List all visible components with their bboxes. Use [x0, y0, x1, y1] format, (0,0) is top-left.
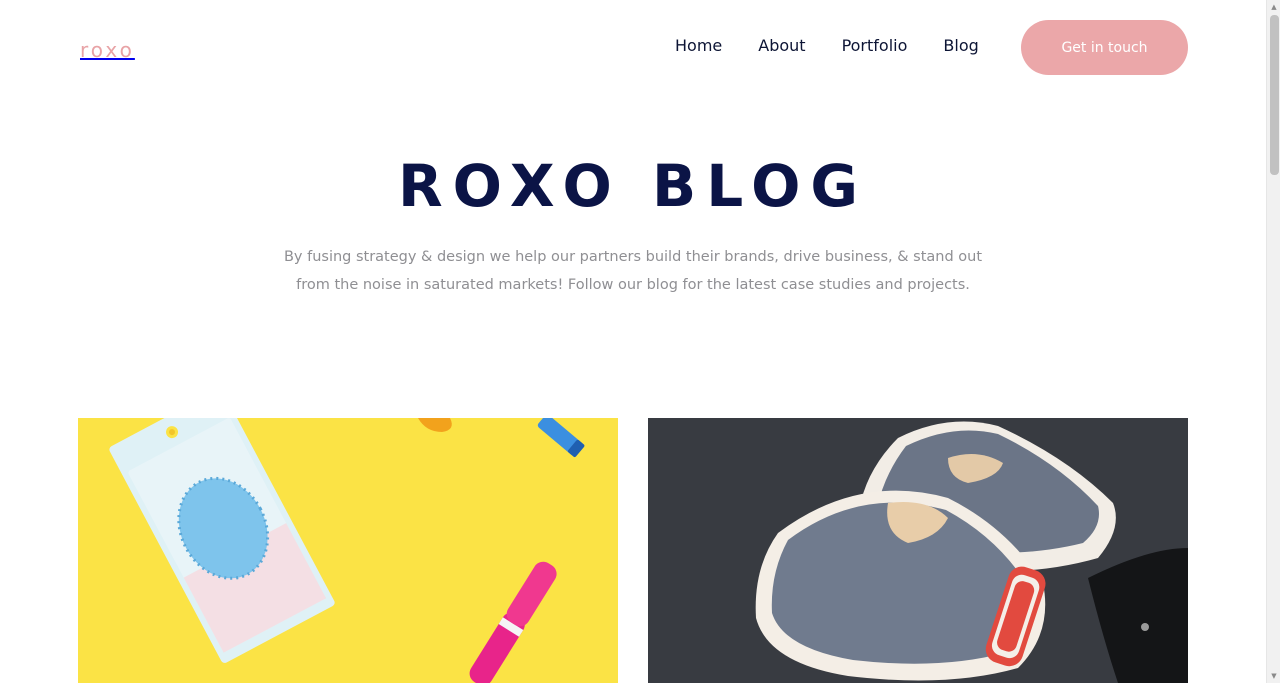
- site-logo[interactable]: roxo: [80, 38, 135, 60]
- page-scrollbar[interactable]: ▲ ▼: [1266, 0, 1280, 683]
- page-title: ROXO BLOG: [397, 152, 869, 220]
- blog-card-image-1[interactable]: [78, 418, 618, 683]
- nav-blog[interactable]: Blog: [943, 36, 978, 56]
- blog-card-image-2[interactable]: [648, 418, 1188, 683]
- site-header: roxo Home About Portfolio Blog Get in to…: [0, 0, 1266, 95]
- scroll-down-icon[interactable]: ▼: [1267, 669, 1280, 683]
- nav-portfolio[interactable]: Portfolio: [842, 36, 908, 56]
- scrollbar-thumb[interactable]: [1270, 15, 1279, 175]
- page-subtitle: By fusing strategy & design we help our …: [283, 249, 983, 293]
- nav-home[interactable]: Home: [675, 36, 722, 56]
- page: roxo Home About Portfolio Blog Get in to…: [0, 0, 1280, 683]
- nav-about[interactable]: About: [758, 36, 805, 56]
- get-in-touch-button[interactable]: Get in touch: [1021, 20, 1188, 75]
- sneakers-photo: [648, 418, 1188, 683]
- yellow-flatlay-photo: [78, 418, 618, 683]
- scroll-up-icon[interactable]: ▲: [1267, 0, 1280, 14]
- logo-text: roxo: [80, 38, 135, 62]
- main-nav: Home About Portfolio Blog: [675, 36, 979, 56]
